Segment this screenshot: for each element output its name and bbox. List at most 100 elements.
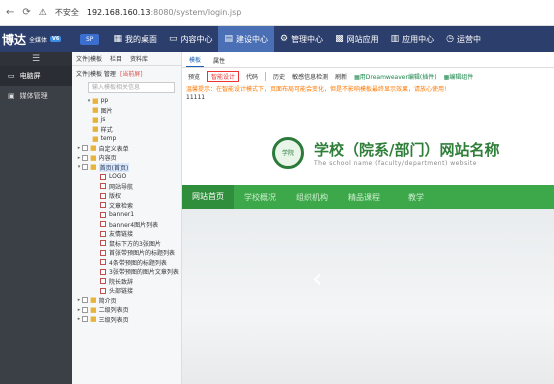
template-file-icon (100, 183, 106, 190)
sidebar-item-pc-screen[interactable]: ▭ 电脑屏 (0, 66, 72, 86)
preview-button[interactable]: 预览 (188, 72, 200, 81)
template-file-icon (100, 259, 106, 266)
tree-node-label: 网站导航 (109, 183, 134, 191)
tab-files-templates[interactable]: 文件|模板 (76, 54, 102, 63)
tree-node[interactable]: ■ temp (72, 134, 181, 144)
tab-library[interactable]: 资料库 (130, 54, 148, 63)
template-file-icon (100, 268, 106, 275)
dreamweaver-label: 用Dreamweaver编辑 (359, 73, 420, 81)
logo-subtitle: 全媒体 (29, 36, 48, 44)
tree-node[interactable]: ■ js (72, 115, 181, 125)
tree-node-label: banner4图片列表 (109, 221, 159, 229)
template-search-input[interactable]: 输入模板相关信息 (88, 82, 175, 93)
tree-node[interactable]: ▸ ■ 三级列表页 (72, 315, 181, 325)
tree-node[interactable]: banner1 (72, 210, 181, 220)
smart-design-button[interactable]: 智能设计 (207, 70, 240, 82)
dreamweaver-button[interactable]: ▦用Dreamweaver编辑(插件) (354, 72, 437, 81)
nav-content-center[interactable]: ▭ 内容中心 (163, 26, 219, 52)
folder-icon: ■ (90, 163, 97, 172)
tree-node[interactable]: 院长致辞 (72, 277, 181, 287)
tree-node[interactable]: 头部链接 (72, 286, 181, 296)
tree-node-label: 内容页 (98, 155, 117, 163)
checkbox-icon[interactable] (82, 306, 88, 313)
menu-toggle-icon[interactable]: ☰ (0, 52, 72, 66)
checkbox-icon[interactable] (82, 164, 88, 171)
tree-node-label: 友情链接 (109, 231, 134, 239)
tree-node[interactable]: ▸ ■ 自定义表单 (72, 144, 181, 154)
app-logo: 博达 全媒体 V6 (0, 31, 80, 48)
sp-button[interactable]: SP (80, 33, 100, 45)
nav-app-center[interactable]: ▥ 应用中心 (385, 26, 441, 52)
back-button[interactable]: ← (6, 7, 14, 18)
tree-node[interactable]: banner4图片列表 (72, 220, 181, 230)
tree-node-label: js (100, 116, 106, 124)
tree-node[interactable]: 版权 (72, 191, 181, 201)
site-nav: 网站首页 学校概况 组织机构 精品课程 教学 (182, 185, 554, 209)
history-button[interactable]: 历史 (273, 72, 285, 81)
sidebar-item-media[interactable]: ▣ 媒体管理 (0, 86, 72, 106)
folder-icon: ■ (92, 96, 99, 105)
nav-manage-center[interactable]: ⚙ 管理中心 (274, 26, 329, 52)
checkbox-icon[interactable] (82, 316, 88, 323)
code-button[interactable]: 代码 (246, 72, 258, 81)
address-bar[interactable]: 192.168.160.13:8080/system/login.jsp (87, 8, 242, 17)
tree-nodes: ▾ ■ pp ■ 图片 ■ js ■ 样式 ■ temp ▸ ■ 自定义表单 ▸ ■ 内容页 ▾ ■ 首页(首页) LO… (72, 96, 181, 324)
tree-node[interactable]: 首张带预图片的标题列表 (72, 248, 181, 258)
nav-site-apps[interactable]: ▩ 网站应用 (329, 26, 385, 52)
template-file-icon (100, 221, 106, 228)
editor-toolbar: 预览 智能设计 代码 历史 敏感信息检测 刷新 ▦用Dreamweaver编辑(… (182, 68, 554, 84)
tree-node[interactable]: ■ 图片 (72, 106, 181, 116)
nav-desktop[interactable]: ▦ 我的桌面 (107, 26, 163, 52)
tree-subheader-label: 文件|模板 管理 (76, 70, 116, 78)
media-icon: ▣ (8, 92, 15, 100)
editor-panel: 模板 属性 预览 智能设计 代码 历史 敏感信息检测 刷新 ▦用Dreamwea… (182, 52, 554, 384)
tree-node-label: 首张带预图片的标题列表 (109, 250, 176, 258)
site-subtitle: The school name (faculty/department) web… (314, 159, 477, 167)
reload-icon[interactable]: ⟳ (22, 7, 30, 18)
nav-operations[interactable]: ◷ 运营中 (440, 26, 487, 52)
site-nav-home[interactable]: 网站首页 (182, 185, 234, 209)
tab-template[interactable]: 模板 (186, 53, 205, 67)
tree-node[interactable]: 友情链接 (72, 229, 181, 239)
site-nav-about[interactable]: 学校概况 (234, 192, 286, 203)
site-nav-org[interactable]: 组织机构 (286, 192, 338, 203)
clock-icon: ◷ (446, 34, 454, 44)
tree-node[interactable]: ▾ ■ pp (72, 96, 181, 106)
tab-columns[interactable]: 栏目 (110, 54, 122, 63)
design-canvas[interactable]: 学院 学校（院系/部门）网站名称 The school name (facult… (182, 120, 554, 384)
tree-node-label: 三级列表页 (98, 316, 129, 324)
nav-build-center[interactable]: ▤ 建设中心 (218, 26, 274, 52)
tab-properties[interactable]: 属性 (210, 54, 228, 67)
checkbox-icon[interactable] (82, 297, 88, 304)
tree-node[interactable]: ■ 样式 (72, 125, 181, 135)
tree-node[interactable]: ▸ ■ 二级列表页 (72, 305, 181, 315)
tree-node[interactable]: ▸ ■ 简介页 (72, 296, 181, 306)
banner-prev-icon[interactable]: ‹ (312, 264, 322, 294)
tree-node[interactable]: ▸ ■ 内容页 (72, 153, 181, 163)
grid-icon: ▦ (113, 34, 122, 44)
tree-node[interactable]: ▾ ■ 首页(首页) (72, 162, 181, 173)
edit-component-button[interactable]: ▦编辑组件 (444, 72, 474, 81)
tree-node-label: 4条带预图的标题列表 (109, 259, 167, 267)
folder-icon: ■ (92, 115, 99, 124)
site-nav-teaching[interactable]: 教学 (390, 192, 442, 203)
checkbox-icon[interactable] (82, 145, 88, 152)
template-file-icon (100, 278, 106, 285)
refresh-button[interactable]: 刷新 (335, 72, 347, 81)
tree-node[interactable]: 文章检索 (72, 201, 181, 211)
nav-label: 我的桌面 (124, 34, 157, 44)
apps-icon: ▩ (335, 34, 344, 44)
site-nav-courses[interactable]: 精品课程 (338, 192, 390, 203)
tree-node[interactable]: LOGO (72, 172, 181, 182)
tree-node[interactable]: 鼠标下方的3张图片 (72, 239, 181, 249)
folder-icon: ■ (90, 144, 97, 153)
checkbox-icon[interactable] (82, 154, 88, 161)
folder-icon: ■ (92, 134, 99, 143)
tree-node-label: 版权 (109, 193, 122, 201)
tree-node[interactable]: 4条带预图的标题列表 (72, 258, 181, 268)
tree-node[interactable]: 网站导航 (72, 182, 181, 192)
sensitive-check-button[interactable]: 敏感信息检测 (292, 72, 328, 81)
sidebar-item-label: 媒体管理 (19, 92, 48, 100)
template-file-icon (100, 240, 106, 247)
tree-node[interactable]: 3张带预图的图片文章列表 (72, 267, 181, 277)
